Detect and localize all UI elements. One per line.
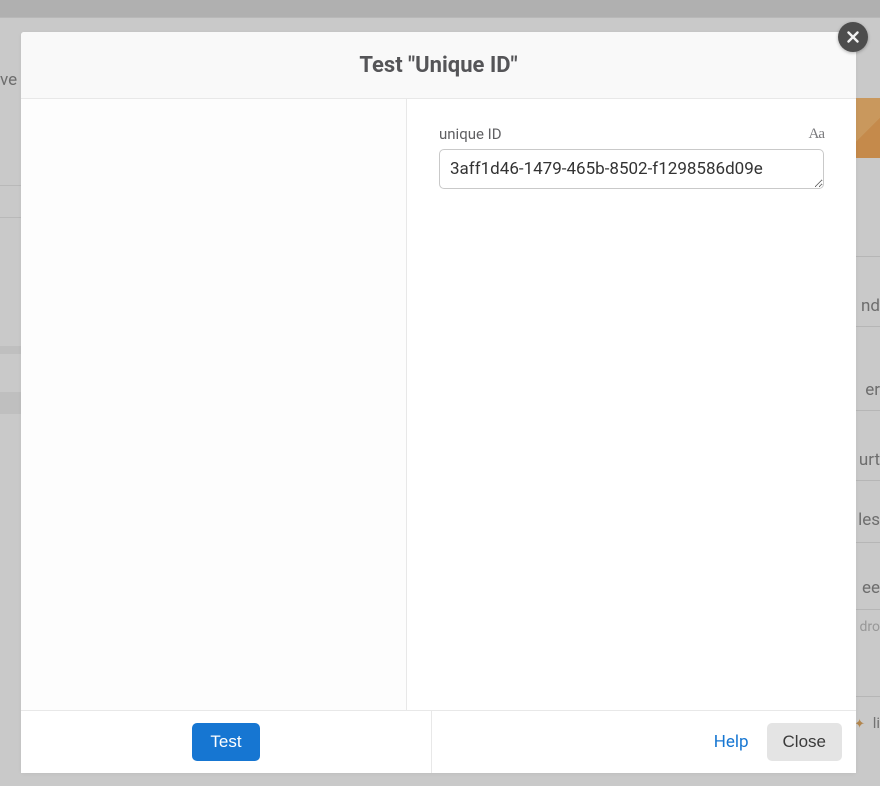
test-output-pane: unique ID Aa bbox=[407, 99, 856, 710]
close-icon bbox=[847, 31, 859, 43]
test-parameters-pane bbox=[21, 99, 407, 710]
close-button[interactable]: Close bbox=[767, 723, 842, 761]
field-label-unique-id: unique ID bbox=[439, 125, 502, 143]
modal-title: Test "Unique ID" bbox=[359, 53, 517, 78]
modal-header: Test "Unique ID" bbox=[21, 32, 856, 99]
text-case-toggle[interactable]: Aa bbox=[809, 126, 825, 143]
footer-right: Help Close bbox=[432, 711, 856, 773]
modal-body: unique ID Aa bbox=[21, 99, 856, 710]
modal-footer: Test Help Close bbox=[21, 710, 856, 773]
field-header-row: unique ID Aa bbox=[439, 125, 824, 143]
help-link[interactable]: Help bbox=[714, 732, 749, 752]
unique-id-input[interactable] bbox=[439, 149, 824, 189]
footer-left: Test bbox=[21, 711, 432, 773]
test-modal: Test "Unique ID" unique ID Aa Test Help … bbox=[21, 32, 856, 773]
modal-close-button[interactable] bbox=[838, 22, 868, 52]
test-button[interactable]: Test bbox=[192, 723, 259, 761]
